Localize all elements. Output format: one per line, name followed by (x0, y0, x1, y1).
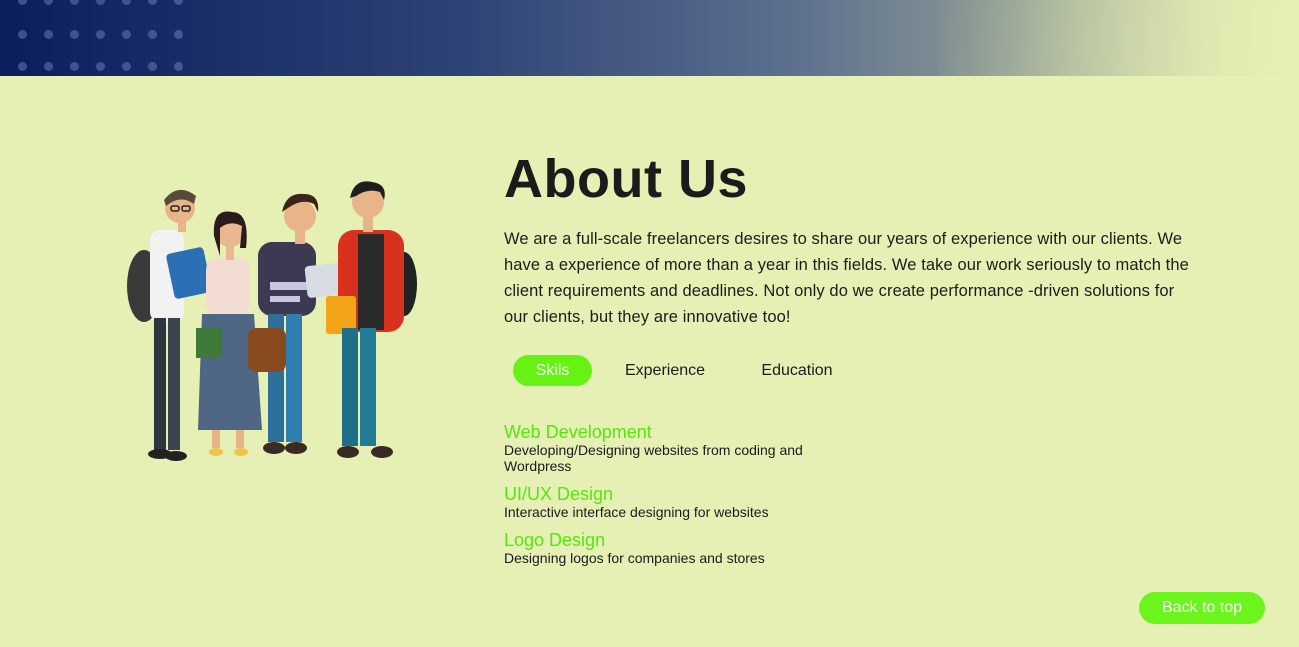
tab-education[interactable]: Education (751, 355, 843, 386)
back-to-top-button[interactable]: Back to top (1139, 592, 1265, 624)
tab-skills[interactable]: Skils (513, 355, 592, 386)
header-banner (0, 0, 1299, 76)
team-illustration (120, 178, 430, 468)
list-item: Logo Design Designing logos for companie… (504, 530, 824, 566)
tab-experience[interactable]: Experience (617, 355, 713, 386)
page-title: About Us (504, 149, 748, 209)
skill-description: Designing logos for companies and stores (504, 550, 765, 566)
banner-fade (939, 0, 1299, 76)
skill-title: Logo Design (504, 530, 606, 550)
skill-description: Developing/Designing websites from codin… (504, 442, 803, 474)
list-item: UI/UX Design Interactive interface desig… (504, 484, 824, 520)
person-red-jacket-icon (326, 181, 417, 458)
list-item: Web Development Developing/Designing web… (504, 422, 824, 474)
about-paragraph: We are a full-scale freelancers desires … (504, 230, 1189, 326)
skill-title: UI/UX Design (504, 484, 614, 504)
skill-description: Interactive interface designing for webs… (504, 504, 769, 520)
skill-title: Web Development (504, 422, 652, 442)
